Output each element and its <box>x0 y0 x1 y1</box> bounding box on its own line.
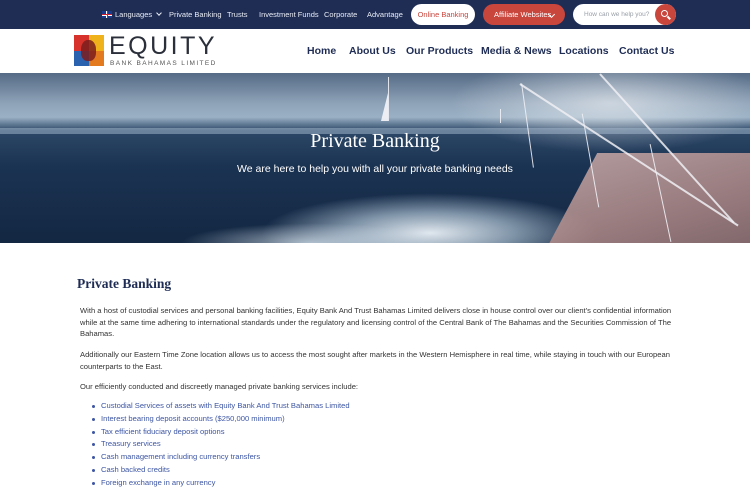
toplink-private-banking[interactable]: Private Banking <box>169 0 222 29</box>
list-bullet-icon <box>92 405 95 408</box>
list-bullet-icon <box>92 456 95 460</box>
main-header: EQUITY BANK BAHAMAS LIMITED Home About U… <box>0 29 750 73</box>
sailboat-mast <box>388 77 389 121</box>
list-item[interactable]: Cash backed credits <box>89 464 350 477</box>
affiliate-websites-button[interactable]: Affiliate Websites <box>483 4 565 25</box>
hero-title: Private Banking <box>310 130 440 152</box>
nav-contact-us[interactable]: Contact Us <box>619 44 674 58</box>
list-bullet-icon <box>92 417 95 421</box>
languages-menu[interactable]: Languages <box>115 0 163 29</box>
hero-subtitle: We are here to help you with all your pr… <box>237 163 513 175</box>
search-input[interactable] <box>573 4 655 25</box>
list-bullet-icon <box>92 468 95 472</box>
nav-locations[interactable]: Locations <box>559 44 609 58</box>
list-item[interactable]: Custodial Services of assets with Equity… <box>89 400 350 413</box>
bank-logo-icon[interactable] <box>74 35 104 66</box>
affiliate-websites-label: Affiliate Websites <box>494 10 552 19</box>
toplink-investment-funds[interactable]: Investment Funds <box>259 0 319 29</box>
list-bullet-icon <box>92 481 95 485</box>
list-item[interactable]: Tax efficient fiduciary deposit options <box>89 426 350 439</box>
list-item[interactable]: Interest bearing deposit accounts ($250,… <box>89 413 350 426</box>
top-utility-bar: Languages Private Banking Trusts Investm… <box>0 0 750 29</box>
languages-label: Languages <box>115 10 153 19</box>
sailboat-icon <box>381 93 388 121</box>
timezone-paragraph: Additionally our Eastern Time Zone locat… <box>80 350 670 371</box>
nav-about-us[interactable]: About Us <box>349 44 396 58</box>
nav-our-products[interactable]: Our Products <box>406 44 473 58</box>
online-banking-button[interactable]: Online Banking <box>411 4 475 25</box>
list-bullet-icon <box>92 430 95 434</box>
toplink-corporate[interactable]: Corporate <box>324 0 357 29</box>
hero-banner <box>0 73 750 243</box>
nav-home[interactable]: Home <box>307 44 336 58</box>
brand-name[interactable]: EQUITY <box>109 31 217 61</box>
list-bullet-icon <box>92 443 95 447</box>
brand-tagline: BANK BAHAMAS LIMITED <box>110 60 217 67</box>
chevron-down-icon <box>156 10 163 16</box>
page-title: Private Banking <box>77 276 172 291</box>
list-item[interactable]: Foreign exchange in any currency <box>89 477 350 490</box>
services-list: Custodial Services of assets with Equity… <box>89 400 350 490</box>
services-intro-paragraph: Our efficiently conducted and discreetly… <box>80 382 359 391</box>
list-item[interactable]: Treasury services <box>89 438 350 451</box>
intro-paragraph: With a host of custodial services and pe… <box>80 306 672 339</box>
list-item[interactable]: Cash management including currency trans… <box>89 451 350 464</box>
nav-media-news[interactable]: Media & News <box>481 44 552 58</box>
toplink-trusts[interactable]: Trusts <box>227 0 248 29</box>
toplink-advantage[interactable]: Advantage <box>367 0 403 29</box>
search-button[interactable] <box>655 4 676 25</box>
uk-flag-icon <box>102 11 112 18</box>
